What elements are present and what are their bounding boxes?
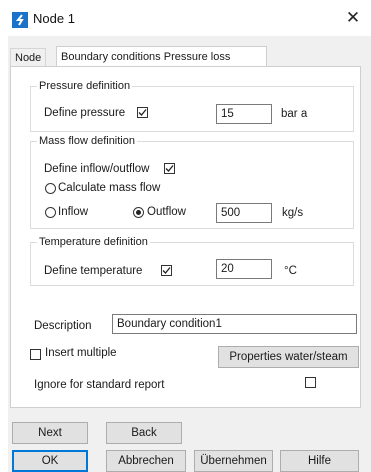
help-button[interactable]: Hilfe <box>280 450 359 472</box>
back-button[interactable]: Back <box>106 422 182 444</box>
insert-multiple-checkbox[interactable] <box>30 349 41 360</box>
close-icon[interactable]: ✕ <box>343 8 363 28</box>
next-button[interactable]: Next <box>12 422 88 444</box>
ignore-report-checkbox[interactable] <box>305 377 316 388</box>
checkmark-icon <box>162 267 171 274</box>
ok-button[interactable]: OK <box>12 450 88 472</box>
tab-boundary-conditions[interactable]: Boundary conditions Pressure loss <box>56 46 267 67</box>
checkmark-icon <box>138 109 147 116</box>
window-title: Node 1 <box>33 11 75 26</box>
inflow-label: Inflow <box>58 206 89 218</box>
pressure-input[interactable]: 15 <box>216 104 272 124</box>
ignore-report-label: Ignore for standard report <box>34 379 165 391</box>
pressure-legend: Pressure definition <box>39 80 131 92</box>
define-pressure-label: Define pressure <box>44 107 126 119</box>
pressure-unit: bar a <box>281 108 308 120</box>
define-temperature-checkbox[interactable] <box>161 265 172 276</box>
cancel-button[interactable]: Abbrechen <box>106 450 186 472</box>
mass-flow-input[interactable]: 500 <box>216 203 272 223</box>
tab-node[interactable]: Node <box>10 48 47 67</box>
temperature-unit: °C <box>284 265 297 277</box>
apply-button[interactable]: Übernehmen <box>194 450 273 472</box>
inflow-radio[interactable] <box>45 207 56 218</box>
calculate-mass-flow-label: Calculate mass flow <box>58 182 161 194</box>
define-inflow-outflow-label: Define inflow/outflow <box>44 163 150 175</box>
mass-flow-unit: kg/s <box>282 207 304 219</box>
temperature-group: Temperature definition <box>30 236 354 286</box>
mass-flow-legend: Mass flow definition <box>39 135 135 147</box>
properties-water-steam-button[interactable]: Properties water/steam <box>218 346 359 368</box>
define-temperature-label: Define temperature <box>44 265 143 277</box>
temperature-legend: Temperature definition <box>39 236 148 248</box>
app-logo-icon <box>12 12 28 28</box>
description-label: Description <box>34 320 92 332</box>
define-inflow-outflow-checkbox[interactable] <box>164 163 175 174</box>
calculate-mass-flow-radio[interactable] <box>45 183 56 194</box>
define-pressure-checkbox[interactable] <box>137 107 148 118</box>
insert-multiple-label: Insert multiple <box>45 347 117 359</box>
description-input[interactable]: Boundary condition1 <box>112 314 357 334</box>
outflow-label: Outflow <box>147 206 186 218</box>
pressure-group: Pressure definition <box>30 80 354 132</box>
checkmark-icon <box>165 165 174 172</box>
outflow-radio[interactable] <box>133 207 144 218</box>
temperature-input[interactable]: 20 <box>216 259 272 279</box>
